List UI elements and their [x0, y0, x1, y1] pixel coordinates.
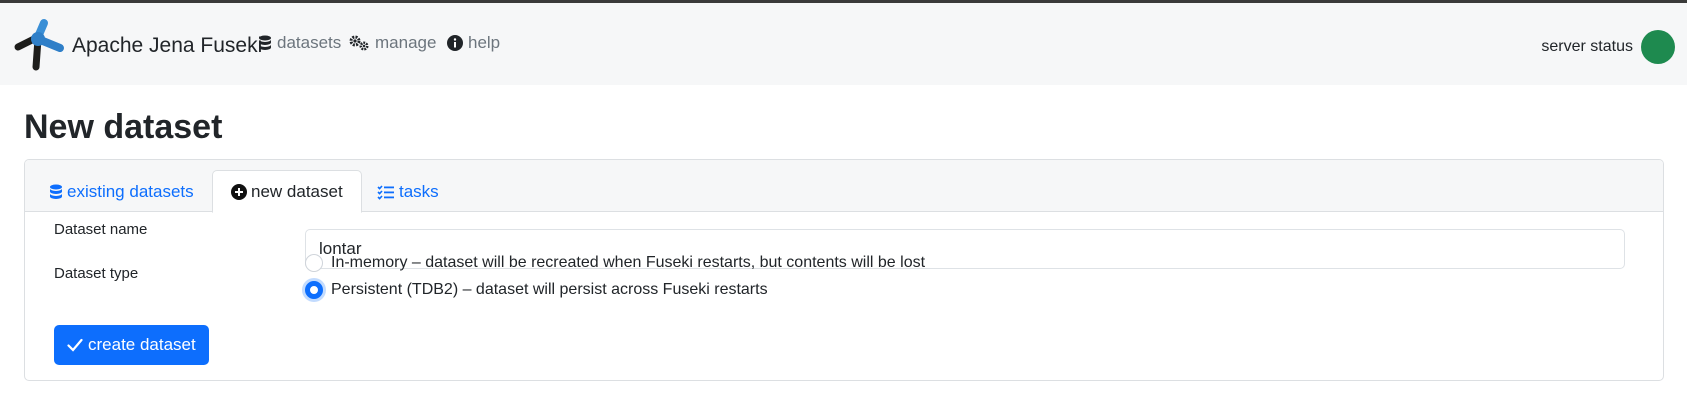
nav-help-label: help	[468, 33, 501, 52]
gears-icon	[349, 35, 369, 51]
radio-persistent-control[interactable]	[305, 281, 323, 299]
tab-tasks-label: tasks	[399, 181, 439, 201]
server-status[interactable]: server status	[1541, 30, 1675, 64]
check-icon	[67, 338, 83, 352]
dataset-name-label: Dataset name	[54, 221, 148, 238]
server-status-indicator	[1641, 30, 1675, 64]
checklist-icon	[377, 184, 394, 200]
tab-existing-datasets-label: existing datasets	[67, 181, 194, 201]
jena-logo-icon	[14, 19, 64, 71]
tab-new-dataset-label: new dataset	[251, 181, 343, 201]
nav-datasets-label: datasets	[277, 33, 342, 52]
brand-link[interactable]: Apache Jena Fuseki	[8, 18, 262, 74]
tab-tasks[interactable]: tasks	[359, 170, 457, 213]
create-dataset-button[interactable]: create dataset	[54, 325, 209, 365]
tab-existing-datasets[interactable]: existing datasets	[31, 170, 212, 213]
tab-new-dataset[interactable]: new dataset	[212, 170, 362, 213]
server-status-label: server status	[1541, 38, 1633, 55]
radio-in-memory-control[interactable]	[305, 254, 323, 272]
page-title: New dataset	[24, 108, 223, 146]
database-icon	[259, 35, 271, 50]
dataset-type-label: Dataset type	[54, 265, 139, 282]
radio-in-memory[interactable]: In-memory – dataset will be recreated wh…	[305, 254, 925, 272]
info-icon	[447, 35, 463, 51]
dataset-card: existing datasets new dataset tasks Data…	[24, 159, 1664, 381]
brand-name: Apache Jena Fuseki	[72, 34, 263, 57]
create-dataset-label: create dataset	[88, 335, 196, 354]
nav-manage[interactable]: manage	[348, 33, 436, 53]
nav-help[interactable]: help	[447, 33, 500, 53]
top-navbar: Apache Jena Fuseki datasets manage help …	[0, 3, 1687, 85]
nav-manage-label: manage	[375, 33, 437, 52]
database-icon	[50, 184, 62, 199]
tab-bar: existing datasets new dataset tasks	[25, 160, 1663, 213]
radio-persistent[interactable]: Persistent (TDB2) – dataset will persist…	[305, 281, 768, 299]
radio-in-memory-label: In-memory – dataset will be recreated wh…	[331, 254, 926, 271]
plus-circle-icon	[231, 183, 247, 200]
nav-datasets[interactable]: datasets	[258, 33, 341, 53]
radio-persistent-label: Persistent (TDB2) – dataset will persist…	[331, 281, 768, 298]
